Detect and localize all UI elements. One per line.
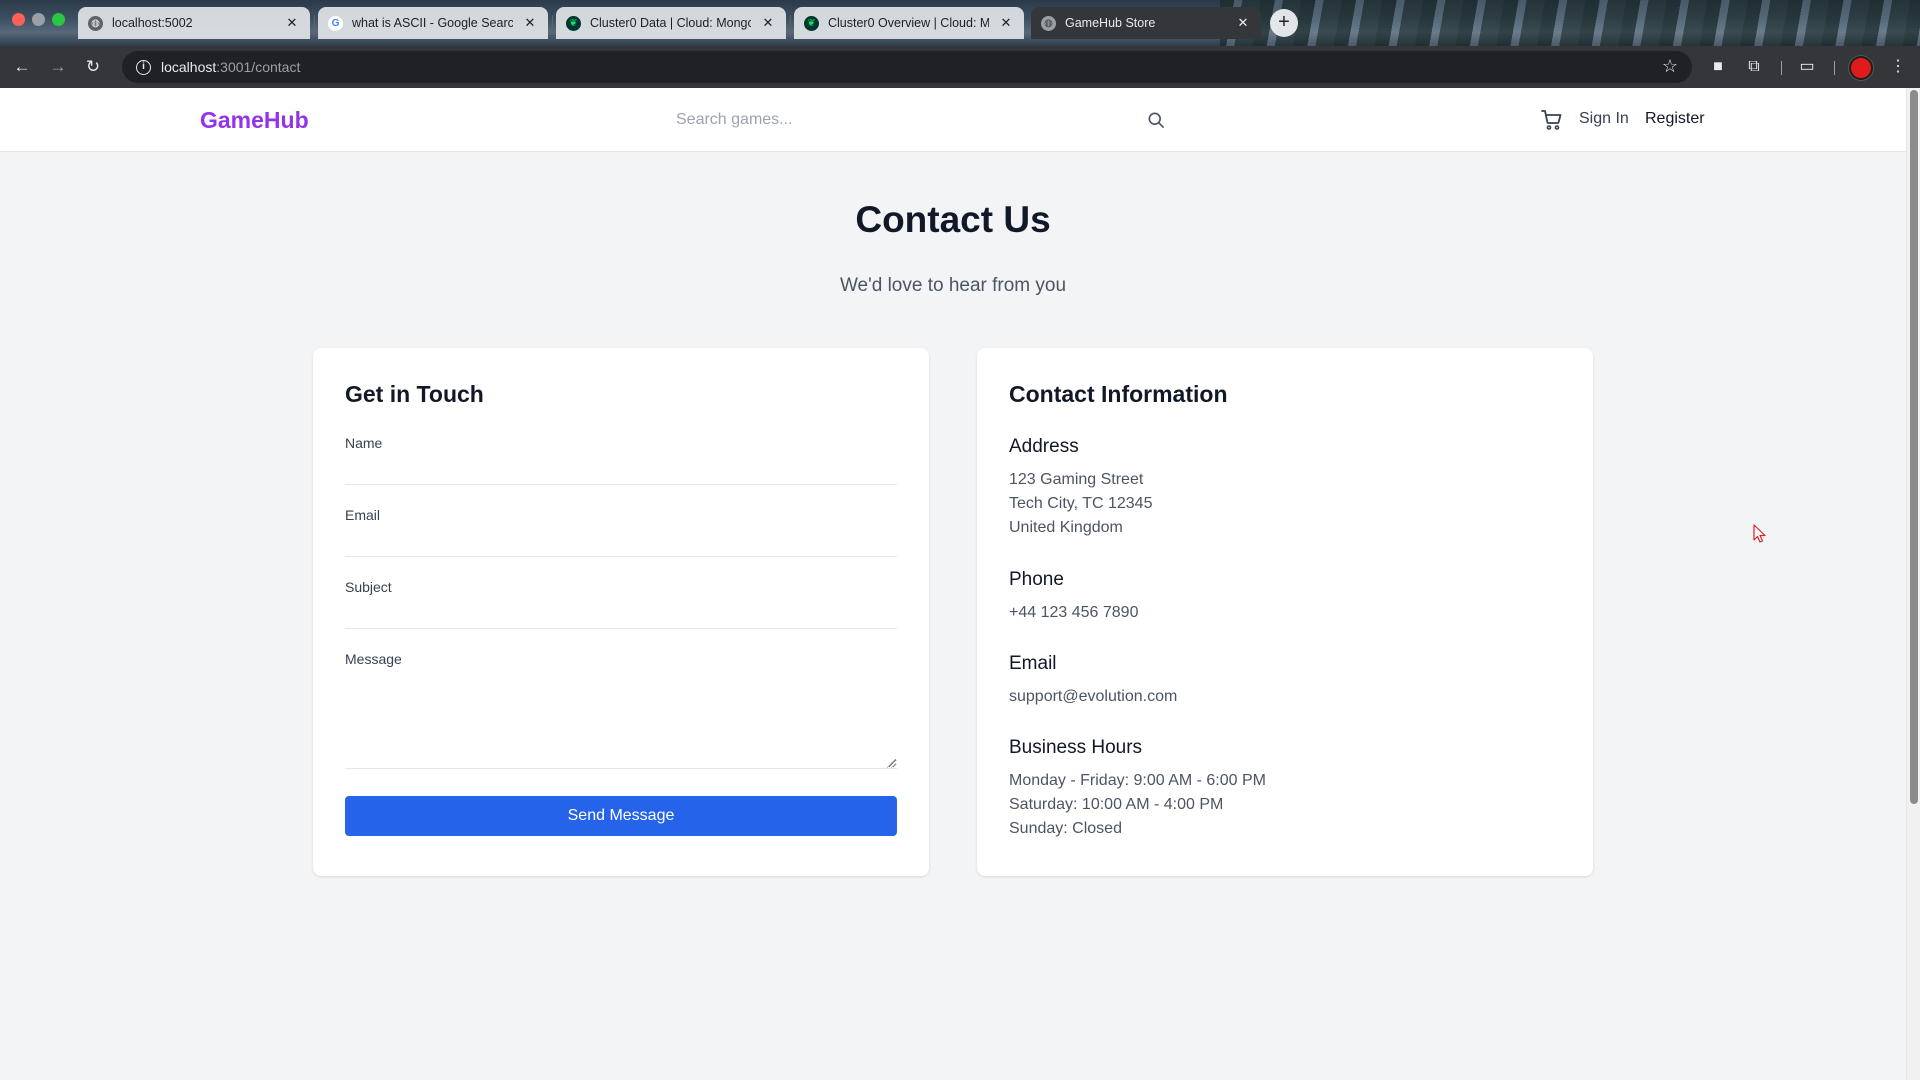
subject-label: Subject (345, 579, 392, 595)
tab-close-icon[interactable]: ✕ (998, 15, 1014, 31)
name-field[interactable] (345, 455, 897, 485)
name-label: Name (345, 435, 383, 451)
browser-tab[interactable]: ❦ Cluster0 Overview | Cloud: MongoDB ✕ (794, 7, 1024, 39)
textarea-resize-handle[interactable] (887, 759, 896, 768)
phone-number: +44 123 456 7890 (1009, 604, 1139, 621)
page-subtitle: We'd love to hear from you (839, 275, 1067, 296)
globe-icon: ◍ (1041, 15, 1056, 31)
mongodb-leaf-icon: ❦ (566, 15, 581, 31)
contact-form-card: Get in Touch Name Email Subject Message … (313, 348, 929, 876)
tab-separator (314, 15, 315, 33)
contact-info-card: Contact Information Address 123 Gaming S… (977, 348, 1593, 876)
browser-tab-active[interactable]: ◍ GameHub Store ✕ (1031, 7, 1261, 39)
search-icon[interactable] (1146, 110, 1166, 130)
tab-close-icon[interactable]: ✕ (760, 15, 776, 31)
toolbar-separator (1781, 61, 1782, 75)
browser-tab[interactable]: G what is ASCII - Google Search ✕ (318, 7, 548, 39)
page-scrollbar[interactable] (1906, 88, 1920, 1080)
cast-icon[interactable]: ▭ (1797, 57, 1817, 77)
contact-info-title: Contact Information (1009, 381, 1228, 407)
bookmark-star-icon[interactable]: ☆ (1662, 56, 1678, 77)
hours-line: Saturday: 10:00 AM - 4:00 PM (1009, 796, 1224, 813)
send-message-button[interactable]: Send Message (345, 796, 897, 836)
site-logo[interactable]: GameHub (200, 107, 309, 134)
message-textarea[interactable] (345, 679, 897, 769)
url-host: localhost (161, 59, 217, 75)
globe-icon: ◍ (88, 15, 103, 31)
address-heading: Address (1009, 436, 1079, 457)
window-fullscreen-button[interactable] (52, 13, 65, 26)
subject-field[interactable] (345, 599, 897, 629)
search-bar (660, 102, 1176, 138)
new-tab-button[interactable]: + (1270, 9, 1298, 37)
url-path: :3001/contact (216, 59, 301, 75)
cart-icon[interactable] (1540, 108, 1564, 132)
email-field[interactable] (345, 527, 897, 557)
site-header: GameHub Sign In Register (0, 88, 1906, 152)
back-icon[interactable]: ← (10, 55, 34, 79)
window-background-image (1220, 0, 1920, 46)
form-title: Get in Touch (345, 381, 484, 407)
phone-heading: Phone (1009, 569, 1064, 590)
address-line: Tech City, TC 12345 (1009, 495, 1153, 512)
email-heading: Email (1009, 653, 1057, 674)
browser-tab-strip: ◍ localhost:5002 ✕ G what is ASCII - Goo… (0, 0, 1920, 46)
browser-toolbar: ← → ↻ i localhost:3001/contact ☆ ■ ⧉ ▭ ⋮ (0, 46, 1920, 88)
hours-line: Sunday: Closed (1009, 820, 1122, 837)
address-bar[interactable]: i localhost:3001/contact ☆ (122, 51, 1692, 83)
sign-in-link[interactable]: Sign In (1579, 110, 1629, 128)
tab-separator (790, 15, 791, 33)
browser-tab[interactable]: ❦ Cluster0 Data | Cloud: MongoDB ✕ (556, 7, 786, 39)
puzzle-extensions-icon[interactable]: ⧉ (1744, 57, 1764, 77)
page-viewport: GameHub Sign In Register Contact Us We'd… (0, 88, 1906, 1080)
browser-menu-icon[interactable]: ⋮ (1888, 57, 1908, 77)
profile-avatar[interactable] (1849, 56, 1873, 80)
browser-tab[interactable]: ◍ localhost:5002 ✕ (78, 7, 310, 39)
email-label: Email (345, 507, 381, 523)
support-email: support@evolution.com (1009, 688, 1178, 705)
tab-separator (552, 15, 553, 33)
site-info-icon[interactable]: i (136, 59, 151, 75)
mongodb-leaf-icon: ❦ (804, 15, 819, 31)
page-title: Contact Us (855, 199, 1051, 240)
window-close-button[interactable] (12, 13, 25, 26)
extension-icon[interactable]: ■ (1708, 57, 1728, 77)
business-hours-heading: Business Hours (1009, 737, 1143, 758)
google-icon: G (328, 15, 343, 31)
tab-close-icon[interactable]: ✕ (1235, 15, 1251, 31)
toolbar-separator (1834, 61, 1835, 75)
mouse-cursor-icon (1753, 524, 1766, 543)
address-line: United Kingdom (1009, 519, 1123, 536)
reload-icon[interactable]: ↻ (81, 55, 105, 79)
hours-line: Monday - Friday: 9:00 AM - 6:00 PM (1009, 772, 1266, 789)
scrollbar-thumb[interactable] (1910, 90, 1918, 804)
address-line: 123 Gaming Street (1009, 471, 1144, 488)
forward-icon[interactable]: → (46, 55, 70, 79)
window-minimize-button[interactable] (32, 13, 45, 26)
tab-close-icon[interactable]: ✕ (522, 15, 538, 31)
message-label: Message (345, 651, 402, 667)
register-link[interactable]: Register (1645, 110, 1705, 128)
tab-close-icon[interactable]: ✕ (284, 15, 300, 31)
search-input[interactable] (660, 102, 1176, 138)
